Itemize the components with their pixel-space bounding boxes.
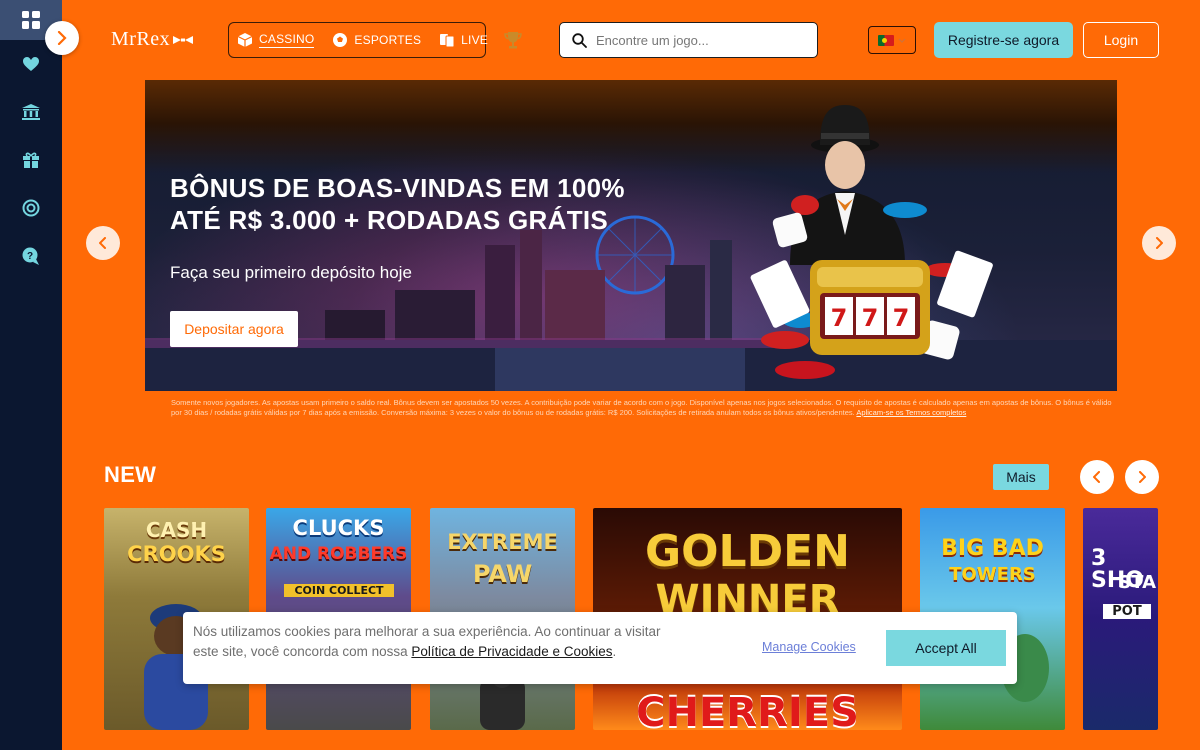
brand-logo[interactable]: MrRex [111,28,194,51]
bonus-terms: Somente novos jogadores. As apostas usam… [171,398,1116,418]
game-title-line2: STA [1118,572,1156,593]
grid-icon [22,11,40,29]
game-title-line2: CROOKS [127,542,226,566]
hero-mascot-slot-image: 7 7 7 [750,105,993,379]
new-prev-button[interactable] [1080,460,1114,494]
game-subtitle: POT [1103,604,1151,619]
cookie-message: Nós utilizamos cookies para melhorar a s… [193,622,733,662]
chevron-right-icon [1156,237,1163,249]
sidebar: ? [0,0,62,750]
game-title-line2: AND ROBBERS [269,544,408,564]
chevron-right-icon [1139,471,1146,483]
heart-icon [23,57,39,71]
game-title-line2: PAW [472,560,533,588]
hero-title: BÔNUS DE BOAS-VINDAS EM 100% ATÉ R$ 3.00… [170,172,625,236]
cookie-message-end: . [612,644,617,659]
gift-icon [23,152,39,168]
section-title-new: NEW [104,462,157,487]
hero-banner[interactable]: BÔNUS DE BOAS-VINDAS EM 100% ATÉ R$ 3.00… [145,80,1117,391]
language-selector[interactable] [868,26,916,54]
game-subtitle: COIN COLLECT [284,584,394,597]
tab-cassino-label: CASSINO [259,32,315,48]
terms-link[interactable]: Aplicam-se os Termos completos [856,408,966,417]
slot-reel-2: 7 [862,304,879,332]
hero-prev-button[interactable] [86,226,120,260]
svg-text:?: ? [27,251,33,262]
manage-cookies-link[interactable]: Manage Cookies [762,640,856,654]
hero-title-line2: ATÉ R$ 3.000 + RODADAS GRÁTIS [170,205,609,235]
game-title-line1: GOLDEN [645,526,850,577]
chevron-left-icon [1093,471,1100,483]
register-button[interactable]: Registre-se agora [934,22,1073,58]
game-title-line1: CLUCKS [292,516,385,540]
deposit-button[interactable]: Depositar agora [170,311,298,347]
privacy-policy-link[interactable]: Política de Privacidade e Cookies [411,644,612,659]
help-chat-icon: ? [22,247,39,265]
sidebar-item-casino[interactable] [0,88,62,136]
tab-live[interactable]: LIVE [439,32,488,48]
main-nav: CASSINO ESPORTES LIVE [228,22,488,58]
soccer-ball-icon [333,33,348,47]
tab-cassino[interactable]: CASSINO [237,32,315,48]
game-tile-shooting-stars[interactable]: 3 SHO STA POT [1083,508,1158,730]
portugal-flag-icon [878,34,894,46]
tournaments-button[interactable] [503,30,523,55]
more-button[interactable]: Mais [993,464,1049,490]
cube-icon [237,33,253,47]
new-next-button[interactable] [1125,460,1159,494]
slot-reel-1: 7 [831,304,848,332]
trophy-icon [504,32,522,49]
logo-text: MrRex [111,28,171,50]
tab-esportes-label: ESPORTES [354,33,422,47]
lifebuoy-icon [22,199,40,217]
chevron-left-icon [99,237,106,249]
sidebar-item-promotions[interactable] [0,136,62,184]
cookie-message-line1: Nós utilizamos cookies para melhorar a s… [193,624,661,639]
game-title-line2: TOWERS [949,564,1036,585]
game-title-line1: BIG BAD [941,536,1044,561]
game-title-line1: CASH [145,518,208,542]
game-title-line1: EXTREME [447,530,558,554]
search-input[interactable] [596,32,796,48]
hero-next-button[interactable] [1142,226,1176,260]
cookie-banner: Nós utilizamos cookies para melhorar a s… [183,612,1017,684]
terms-text: Somente novos jogadores. As apostas usam… [171,398,1112,417]
accept-all-button[interactable]: Accept All [886,630,1006,666]
tab-esportes[interactable]: ESPORTES [332,32,421,48]
hero-title-line1: BÔNUS DE BOAS-VINDAS EM 100% [170,173,625,203]
sidebar-item-lifebuoy[interactable] [0,184,62,232]
tab-live-label: LIVE [461,33,488,47]
sidebar-expand-button[interactable] [45,21,79,55]
chevron-down-icon [898,38,906,43]
bank-icon [22,104,40,120]
logo-bowtie-icon [173,35,194,44]
cookie-message-line2: este site, você concorda com nossa [193,644,412,659]
search-bar [559,22,818,58]
login-button[interactable]: Login [1083,22,1159,58]
slot-reel-3: 7 [893,304,910,332]
chevron-right-icon [57,31,67,45]
sidebar-item-help[interactable]: ? [0,232,62,280]
hero-subtitle: Faça seu primeiro depósito hoje [170,263,412,282]
search-icon [572,32,587,48]
live-cards-icon [440,34,455,48]
game-subtitle: CHERRIES [636,690,859,730]
